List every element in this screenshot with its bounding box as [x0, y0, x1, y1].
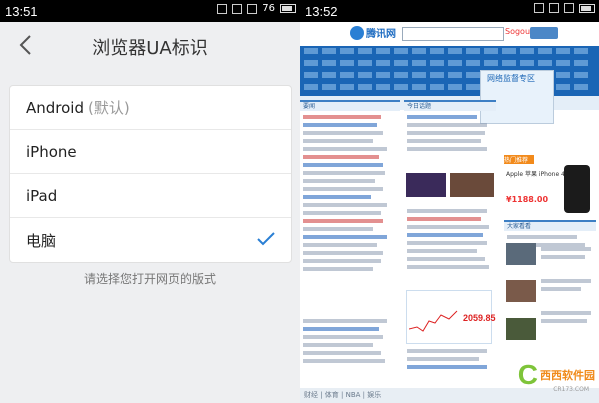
wifi-icon: [564, 3, 574, 13]
site-search-button[interactable]: [530, 27, 558, 39]
video-section-header: 大家看看: [504, 220, 596, 231]
today-column-3: [404, 345, 496, 369]
site-header: 腾讯网 Sogou: [300, 22, 599, 46]
qq-logo-icon: [350, 25, 364, 40]
ad-box-title: 网络监督专区: [487, 74, 535, 83]
option-hint: (默认): [88, 99, 130, 117]
option-label: Android: [26, 98, 84, 117]
status-icons-right: [534, 3, 595, 13]
video-thumb-1[interactable]: [506, 243, 536, 265]
option-android[interactable]: Android (默认): [10, 86, 291, 130]
watermark-sub: CR173.COM: [553, 386, 589, 393]
wifi-icon: [247, 3, 258, 14]
site-logo-text: 腾讯网: [366, 29, 396, 40]
site-logo[interactable]: 腾讯网: [350, 25, 396, 40]
site-search-input[interactable]: [402, 27, 504, 41]
news-section-header: 要闻: [300, 100, 400, 111]
phone-ad-title: Apple 苹果 iPhone 4S: [506, 171, 569, 178]
checkmark-icon: [257, 232, 275, 246]
phone-ad[interactable]: 热门推荐 Apple 苹果 iPhone 4S ¥1188.00: [504, 155, 594, 215]
battery-icon: [579, 3, 595, 13]
video-thumb-2[interactable]: [506, 280, 536, 302]
video-text: [538, 243, 596, 323]
news-column: 要闻: [300, 100, 400, 271]
option-pc[interactable]: 电脑: [10, 218, 291, 262]
image-notification-icon: [534, 3, 544, 13]
market-index: 2059.85: [463, 313, 496, 323]
market-chart: [409, 310, 458, 332]
battery-icon: [280, 4, 296, 13]
today-column-2: [404, 205, 496, 269]
status-icons: 76: [217, 3, 296, 14]
today-column: 今日话题: [404, 100, 496, 151]
page-title: 浏览器UA标识: [92, 38, 208, 59]
option-label: iPad: [26, 186, 58, 205]
option-label: 电脑: [26, 231, 57, 250]
phone-image: [564, 165, 590, 213]
image-notification-icon: [217, 3, 228, 14]
watermark-logo: C: [517, 359, 538, 390]
option-iphone[interactable]: iPhone: [10, 130, 291, 174]
status-bar-right: 13:52: [300, 0, 599, 22]
right-screen: 13:52 腾讯网 Sogou 网络监督专区 要闻 今日话题 2059.85 热…: [300, 0, 599, 403]
market-widget[interactable]: 2059.85: [406, 290, 496, 344]
site-nav-grid[interactable]: [300, 46, 599, 96]
vibrate-icon: [549, 3, 559, 13]
option-label: iPhone: [26, 142, 77, 161]
watermark-text: 西西软件园: [540, 369, 595, 382]
news-column-2: [300, 315, 400, 363]
option-ipad[interactable]: iPad: [10, 174, 291, 218]
phone-ad-price: ¥1188.00: [506, 195, 549, 204]
battery-level: 76: [262, 3, 275, 14]
watermark: C 西西软件园 CR173.COM: [517, 359, 595, 393]
video-thumb-3[interactable]: [506, 318, 536, 340]
news-photo-1[interactable]: [406, 173, 446, 197]
news-photo-2[interactable]: [450, 173, 494, 197]
footnote: 请选择您打开网页的版式: [83, 272, 216, 286]
left-screen: 13:51 76 浏览器UA标识 Android (默认) iPhone iPa…: [0, 0, 300, 403]
status-time: 13:51: [5, 3, 38, 19]
ua-option-list: Android (默认) iPhone iPad 电脑: [9, 85, 292, 263]
nav-bar: 浏览器UA标识: [0, 22, 300, 68]
vibrate-icon: [232, 3, 243, 14]
search-engine-label: Sogou: [505, 27, 531, 36]
today-section-header: 今日话题: [404, 100, 496, 111]
status-bar: 13:51 76: [0, 0, 300, 22]
status-time-right: 13:52: [305, 3, 338, 19]
phone-ad-header: 热门推荐: [504, 155, 534, 164]
